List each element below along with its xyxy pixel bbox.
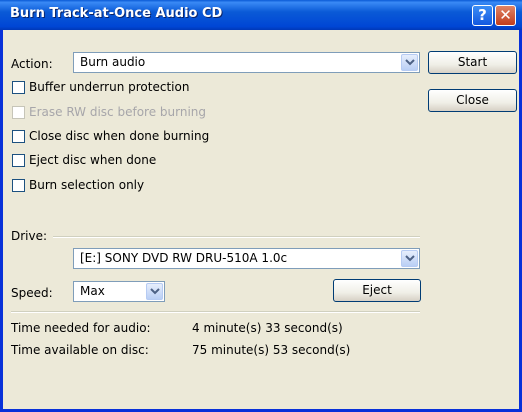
time-available-value: 75 minute(s) 53 second(s) bbox=[192, 343, 351, 357]
buffer-underrun-checkbox[interactable] bbox=[12, 81, 25, 94]
eject-when-done-label[interactable]: Eject disc when done bbox=[29, 153, 156, 167]
info-divider bbox=[11, 311, 420, 313]
speed-select[interactable]: Max bbox=[73, 281, 165, 302]
action-select-value: Burn audio bbox=[80, 55, 146, 69]
help-button[interactable]: ? bbox=[472, 5, 493, 26]
time-available-label: Time available on disc: bbox=[11, 343, 149, 357]
buffer-underrun-label[interactable]: Buffer underrun protection bbox=[29, 80, 189, 94]
drive-select-value: [E:] SONY DVD RW DRU-510A 1.0c bbox=[80, 251, 288, 265]
time-needed-value: 4 minute(s) 33 second(s) bbox=[192, 321, 343, 335]
close-disc-label[interactable]: Close disc when done burning bbox=[29, 129, 209, 143]
chevron-down-icon[interactable] bbox=[401, 250, 418, 267]
speed-select-value: Max bbox=[80, 284, 105, 298]
burn-dialog-window: Burn Track-at-Once Audio CD ? ✕ Action: … bbox=[0, 0, 522, 412]
drive-select[interactable]: [E:] SONY DVD RW DRU-510A 1.0c bbox=[73, 248, 420, 269]
chevron-down-icon[interactable] bbox=[146, 283, 163, 300]
title-bar[interactable]: Burn Track-at-Once Audio CD ? ✕ bbox=[0, 0, 522, 30]
drive-divider bbox=[53, 236, 420, 238]
chevron-down-icon[interactable] bbox=[401, 54, 418, 71]
close-button[interactable]: Close bbox=[428, 89, 517, 112]
time-needed-label: Time needed for audio: bbox=[11, 321, 151, 335]
window-title: Burn Track-at-Once Audio CD bbox=[10, 6, 223, 21]
action-label: Action: bbox=[11, 57, 53, 71]
eject-button[interactable]: Eject bbox=[333, 279, 421, 302]
burn-selection-checkbox[interactable] bbox=[12, 179, 25, 192]
drive-label: Drive: bbox=[11, 229, 48, 243]
erase-rw-checkbox bbox=[12, 106, 25, 119]
erase-rw-label: Erase RW disc before burning bbox=[29, 105, 207, 119]
window-close-button[interactable]: ✕ bbox=[495, 5, 516, 26]
speed-label: Speed: bbox=[11, 286, 53, 300]
close-disc-checkbox[interactable] bbox=[12, 130, 25, 143]
burn-selection-label[interactable]: Burn selection only bbox=[29, 178, 144, 192]
eject-when-done-checkbox[interactable] bbox=[12, 154, 25, 167]
start-button[interactable]: Start bbox=[428, 51, 517, 74]
action-select[interactable]: Burn audio bbox=[73, 52, 420, 73]
